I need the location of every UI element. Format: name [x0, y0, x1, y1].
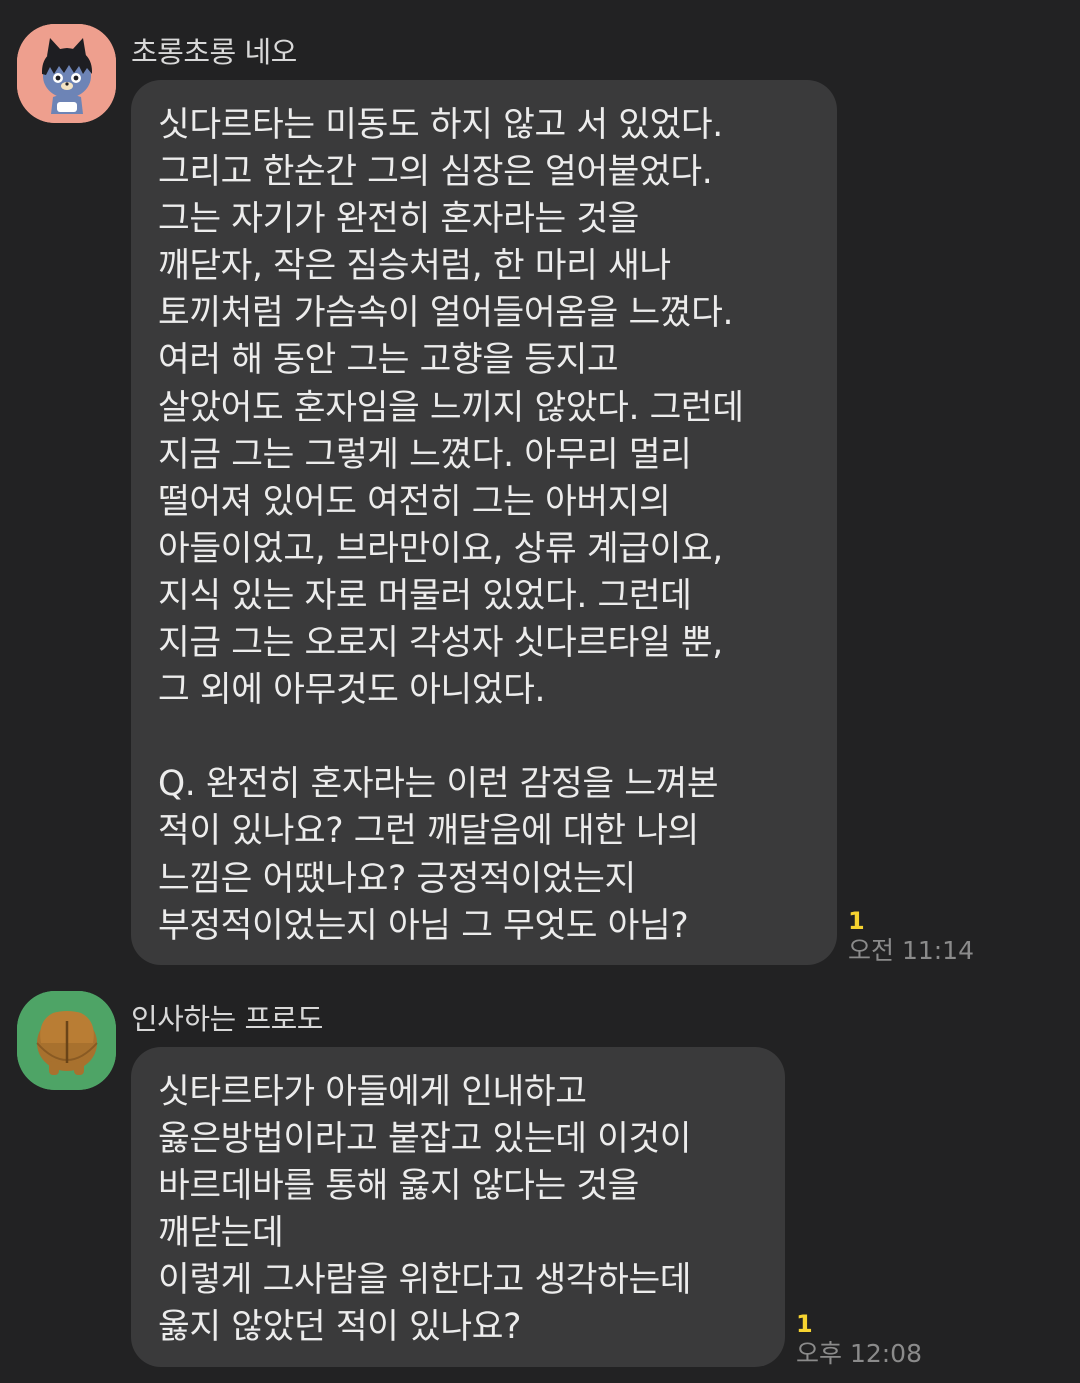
message-time: 오후 12:08: [796, 1339, 922, 1368]
neo-avatar-icon[interactable]: [17, 24, 116, 123]
sender-name: 인사하는 프로도: [131, 1002, 323, 1036]
unread-count: 1: [796, 1310, 813, 1338]
message-bubble[interactable]: 싯타르타가 아들에게 인내하고 옳은방법이라고 붙잡고 있는데 이것이 바르데바…: [131, 1047, 785, 1367]
message-meta: 1 오전 11:14: [848, 907, 974, 967]
message-bubble[interactable]: 싯다르타는 미동도 하지 않고 서 있었다. 그리고 한순간 그의 심장은 얼어…: [131, 80, 837, 965]
unread-count: 1: [848, 907, 865, 935]
sender-name: 초롱초롱 네오: [131, 35, 297, 69]
frodo-avatar-icon[interactable]: [17, 991, 116, 1090]
message-meta: 1 오후 12:08: [796, 1310, 922, 1370]
message-time: 오전 11:14: [848, 936, 974, 965]
message-text: 싯타르타가 아들에게 인내하고 옳은방법이라고 붙잡고 있는데 이것이 바르데바…: [158, 1072, 692, 1348]
message-text: 싯다르타는 미동도 하지 않고 서 있었다. 그리고 한순간 그의 심장은 얼어…: [158, 105, 744, 946]
